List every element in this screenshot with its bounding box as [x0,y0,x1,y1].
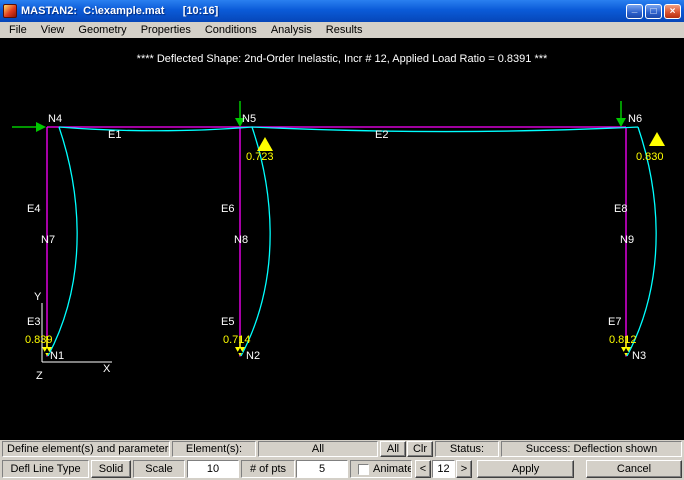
hinge-value-n1: 0.839 [25,334,53,346]
window-title: MASTAN2: C:\example.mat [10:16] [21,5,626,17]
status-message: Success: Deflection shown [501,441,682,457]
window-controls: _ □ × [626,4,681,19]
node-label-n7: N7 [41,234,55,246]
axis-label-y: Y [34,291,42,303]
close-icon: × [670,6,676,17]
increment-value: 12 [432,460,455,478]
model-viewport[interactable]: **** Deflected Shape: 2nd-Order Inelasti… [0,38,684,440]
hinge-value-n2: 0.714 [223,334,251,346]
element-label-e3: E3 [27,316,40,328]
status-label: Status: [435,441,499,457]
hinge-triangle-n6 [649,132,665,146]
support-symbols [38,348,640,371]
prompt-panel: Define element(s) and parameters [2,441,170,457]
menu-item-view[interactable]: View [34,23,72,37]
scale-input[interactable] [187,460,239,478]
app-icon [3,4,17,18]
scale-label: Scale [133,460,185,478]
animate-label: Animate [373,463,412,475]
points-label: # of pts [241,460,295,478]
app-window: MASTAN2: C:\example.mat [10:16] _ □ × Fi… [0,0,684,480]
elements-value-field[interactable]: All [258,441,378,457]
menubar: FileViewGeometryPropertiesConditionsAnal… [0,22,684,38]
node-label-n3: N3 [632,350,646,362]
increment-next-button[interactable]: > [456,460,472,478]
element-label-e6: E6 [221,203,234,215]
plastic-hinge-markers [42,132,665,356]
element-label-e4: E4 [27,203,40,215]
element-label-e5: E5 [221,316,234,328]
element-label-e1: E1 [108,129,121,141]
menu-item-conditions[interactable]: Conditions [198,23,264,37]
axis-label-x: X [103,363,111,375]
bottom-toolbar: Defl Line Type Solid Scale # of pts Anim… [0,458,684,480]
node-label-n5: N5 [242,113,256,125]
maximize-icon: □ [650,6,656,17]
node-label-n6: N6 [628,113,642,125]
model-canvas[interactable]: **** Deflected Shape: 2nd-Order Inelasti… [0,38,684,440]
line-type-label: Defl Line Type [2,460,89,478]
minimize-button[interactable]: _ [626,4,643,19]
apply-button[interactable]: Apply [477,460,574,478]
select-all-button[interactable]: All [380,441,406,457]
animate-panel: Animate [350,460,412,478]
deflected-shape [48,127,656,356]
increment-prev-button[interactable]: < [415,460,431,478]
cancel-button[interactable]: Cancel [586,460,682,478]
elements-label: Element(s): [172,441,256,457]
element-label-e2: E2 [375,129,388,141]
titlebar[interactable]: MASTAN2: C:\example.mat [10:16] _ □ × [0,0,684,22]
minimize-icon: _ [632,2,638,15]
menu-item-properties[interactable]: Properties [134,23,198,37]
element-label-e8: E8 [614,203,627,215]
node-label-n2: N2 [246,350,260,362]
hinge-value-n3: 0.812 [609,334,637,346]
node-label-n8: N8 [234,234,248,246]
node-label-n9: N9 [620,234,634,246]
points-input[interactable] [296,460,348,478]
menu-item-file[interactable]: File [2,23,34,37]
vertical-load-arrow-n6 [616,101,626,127]
hinge-value-n5: 0.723 [246,151,274,163]
animate-checkbox[interactable] [358,464,369,475]
maximize-button[interactable]: □ [645,4,662,19]
lateral-load-arrow-n4 [12,122,46,132]
close-button[interactable]: × [664,4,681,19]
axis-label-z: Z [36,370,43,382]
menu-item-geometry[interactable]: Geometry [71,23,133,37]
canvas-labels: N4 N5 N6 E1 E2 E4 E6 E8 N7 N8 N9 E3 E5 E7 N1 N2 N3 0.723 0… [25,113,664,382]
line-type-button[interactable]: Solid [91,460,131,478]
menu-item-results[interactable]: Results [319,23,370,37]
node-label-n4: N4 [48,113,62,125]
deflected-beam-span2 [252,127,638,132]
node-label-n1: N1 [50,350,64,362]
menu-item-analysis[interactable]: Analysis [264,23,319,37]
clear-button[interactable]: Clr [407,441,433,457]
undeformed-frame [47,127,626,357]
hinge-value-n6: 0.830 [636,151,664,163]
status-bar: Define element(s) and parameters Element… [0,440,684,458]
plot-title: **** Deflected Shape: 2nd-Order Inelasti… [137,53,548,65]
element-label-e7: E7 [608,316,621,328]
hinge-triangle-n5 [257,137,273,151]
